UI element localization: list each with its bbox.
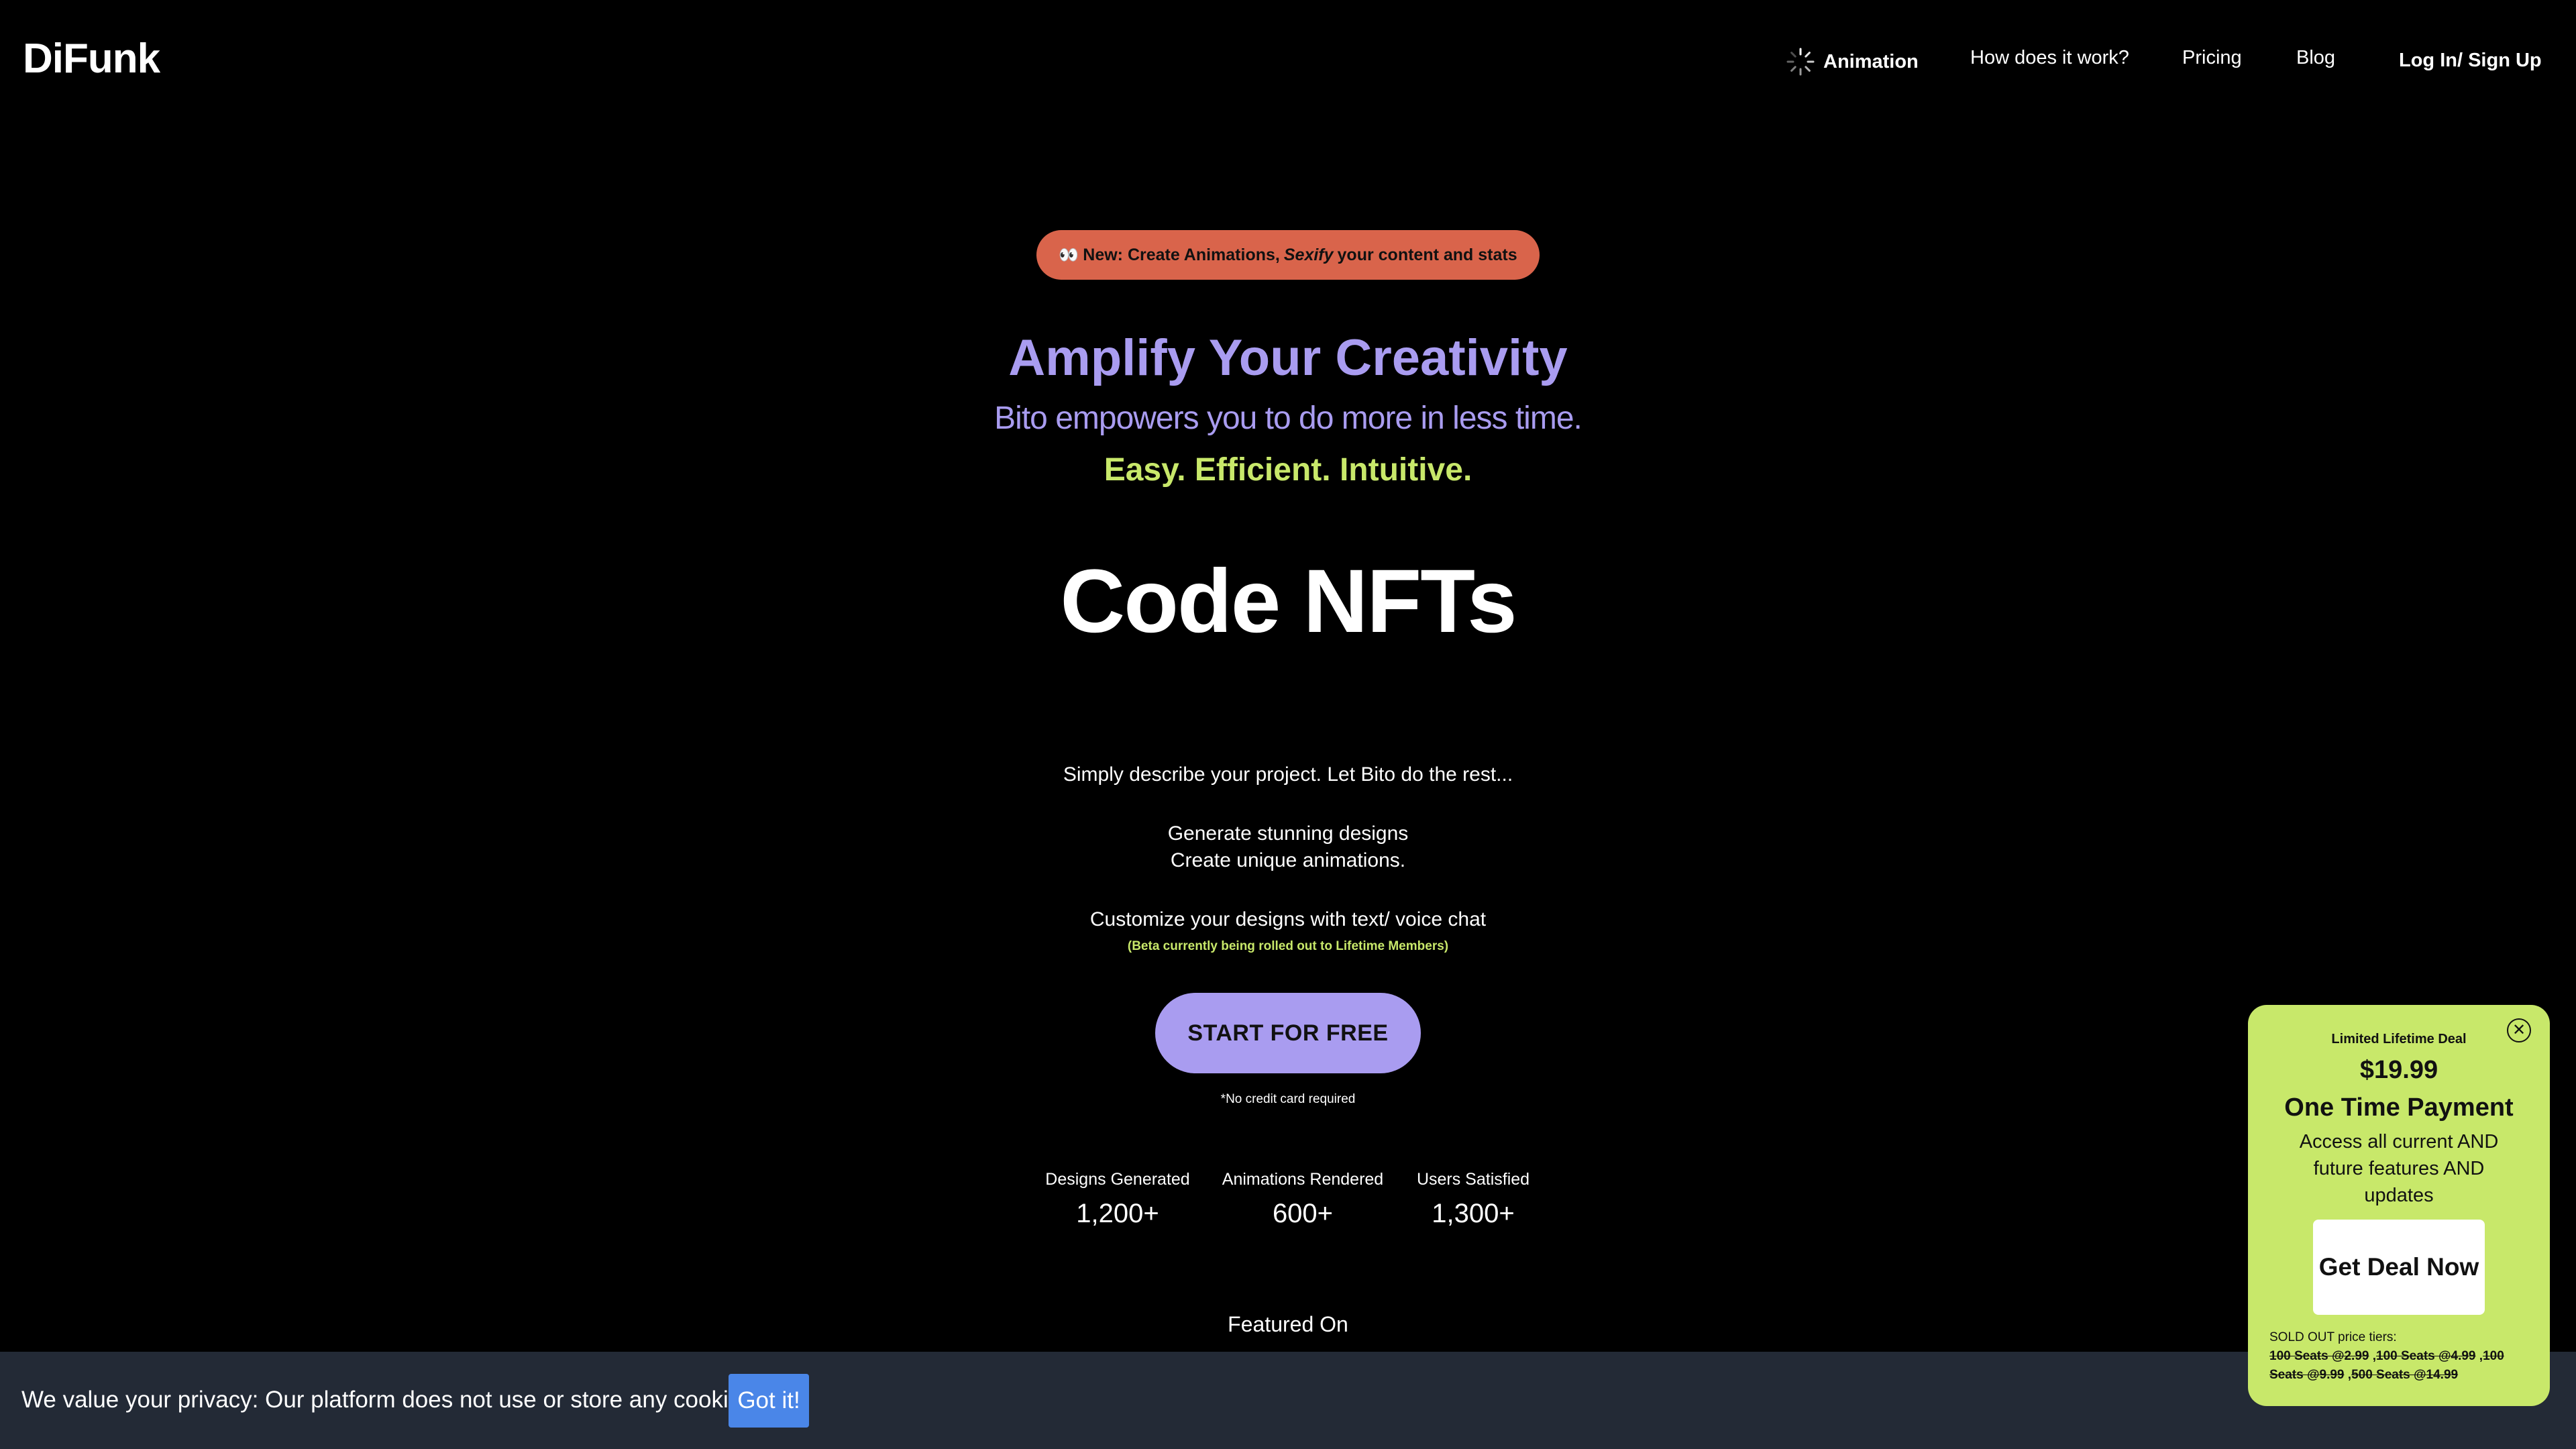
stat-users: Users Satisfied 1,300+ — [1373, 1170, 1574, 1229]
stat-value: 1,300+ — [1432, 1199, 1515, 1228]
tier-2: 100 Seats @4.99 — [2376, 1349, 2476, 1363]
deal-description: Access all current AND future features A… — [2299, 1131, 2499, 1206]
eyes-icon: 👀 — [1059, 246, 1079, 264]
tier-1: 100 Seats @2.99 — [2269, 1349, 2369, 1363]
beta-note: (Beta currently being rolled out to Life… — [1127, 939, 1449, 953]
featured-on-heading: Featured On — [1228, 1312, 1348, 1336]
stat-label: Users Satisfied — [1416, 1170, 1530, 1189]
hero-tagline: Easy. Efficient. Intuitive. — [1104, 452, 1472, 488]
cookie-message: We value your privacy: Our platform does… — [21, 1387, 760, 1413]
pill-text-post: your content and stats — [1337, 245, 1517, 264]
nav-how-it-works[interactable]: How does it work? — [1970, 47, 2129, 69]
nav-animation[interactable]: Animation — [1786, 47, 1919, 76]
sparkle-loader-icon — [1786, 48, 1815, 76]
feature-generate: Generate stunning designs — [1167, 822, 1409, 845]
hero-description: Simply describe your project. Let Bito d… — [1063, 763, 1513, 786]
feature-animate: Create unique animations. — [1170, 849, 1406, 871]
cookie-accept-button[interactable]: Got it! — [729, 1374, 809, 1428]
hero-rotating-text: Code NFTs — [1060, 551, 1517, 651]
hero-title: Amplify Your Creativity — [1008, 329, 1568, 386]
nav-animation-label: Animation — [1823, 50, 1919, 72]
start-free-button[interactable]: START FOR FREE — [1155, 993, 1421, 1073]
stat-label: Designs Generated — [1045, 1170, 1190, 1189]
deal-price: $19.99 — [2359, 1056, 2438, 1084]
lifetime-deal-popup: ✕ Limited Lifetime Deal $19.99 One Time … — [2248, 1005, 2550, 1406]
tier-4: 500 Seats @14.99 — [2351, 1368, 2459, 1382]
sold-out-tiers: 100 Seats @2.99 ,100 Seats @4.99 ,100 Se… — [2269, 1349, 2504, 1382]
nav-pricing[interactable]: Pricing — [2182, 47, 2242, 69]
stat-value: 1,200+ — [1076, 1199, 1159, 1228]
cookie-banner: We value your privacy: Our platform does… — [0, 1352, 2576, 1449]
deal-payment-type: One Time Payment — [2284, 1093, 2514, 1122]
login-signup-link[interactable]: Log In/ Sign Up — [2399, 50, 2542, 72]
top-nav: Animation How does it work? Pricing Blog… — [0, 47, 2576, 76]
sold-out-label: SOLD OUT price tiers: — [2269, 1330, 2397, 1344]
nav-blog[interactable]: Blog — [2296, 47, 2335, 69]
no-credit-card-note: *No credit card required — [1220, 1092, 1356, 1106]
get-deal-button[interactable]: Get Deal Now — [2313, 1220, 2485, 1315]
announcement-pill[interactable]: 👀 New: Create Animations, Sexify your co… — [1036, 230, 1540, 280]
pill-text-pre: New: Create Animations, — [1083, 245, 1280, 264]
stat-designs: Designs Generated 1,200+ — [1017, 1170, 1218, 1229]
deal-label: Limited Lifetime Deal — [2331, 1032, 2467, 1046]
pill-text-em: Sexify — [1283, 245, 1334, 264]
hero-subtitle: Bito empowers you to do more in less tim… — [994, 400, 1582, 436]
feature-customize: Customize your designs with text/ voice … — [1089, 908, 1487, 930]
